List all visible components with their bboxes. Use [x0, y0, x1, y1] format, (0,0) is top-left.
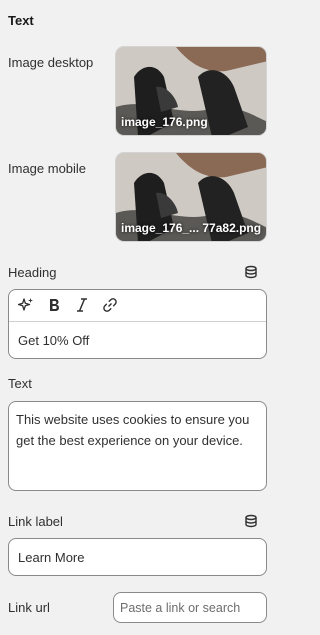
link-url-input[interactable]: Paste a link or search [113, 592, 267, 623]
image-desktop-picker[interactable]: image_176.png [115, 46, 267, 136]
dynamic-source-icon[interactable] [244, 265, 258, 279]
image-mobile-label: Image mobile [8, 161, 87, 176]
sparkle-icon[interactable] [17, 296, 35, 314]
heading-value[interactable]: Get 10% Off [18, 333, 89, 348]
section-title: Text [8, 13, 34, 28]
link-label-label: Link label [8, 514, 63, 529]
heading-editor[interactable]: Get 10% Off [8, 289, 267, 359]
image-desktop-label: Image desktop [8, 55, 94, 70]
link-icon[interactable] [101, 296, 119, 314]
text-label: Text [8, 376, 32, 391]
link-label-value: Learn More [18, 549, 85, 565]
link-url-placeholder: Paste a link or search [120, 600, 241, 615]
heading-label: Heading [8, 265, 57, 280]
image-mobile-filename: image_176_... 77a82.png [121, 221, 262, 235]
image-desktop-filename: image_176.png [121, 115, 208, 129]
link-url-label: Link url [8, 600, 50, 615]
italic-icon[interactable] [73, 296, 91, 314]
dynamic-source-icon[interactable] [244, 514, 258, 528]
image-mobile-picker[interactable]: image_176_... 77a82.png [115, 152, 267, 242]
editor-toolbar [9, 290, 266, 322]
text-textarea[interactable]: This website uses cookies to ensure you … [8, 401, 267, 491]
link-label-input[interactable]: Learn More [8, 538, 267, 576]
bold-icon[interactable] [45, 296, 63, 314]
